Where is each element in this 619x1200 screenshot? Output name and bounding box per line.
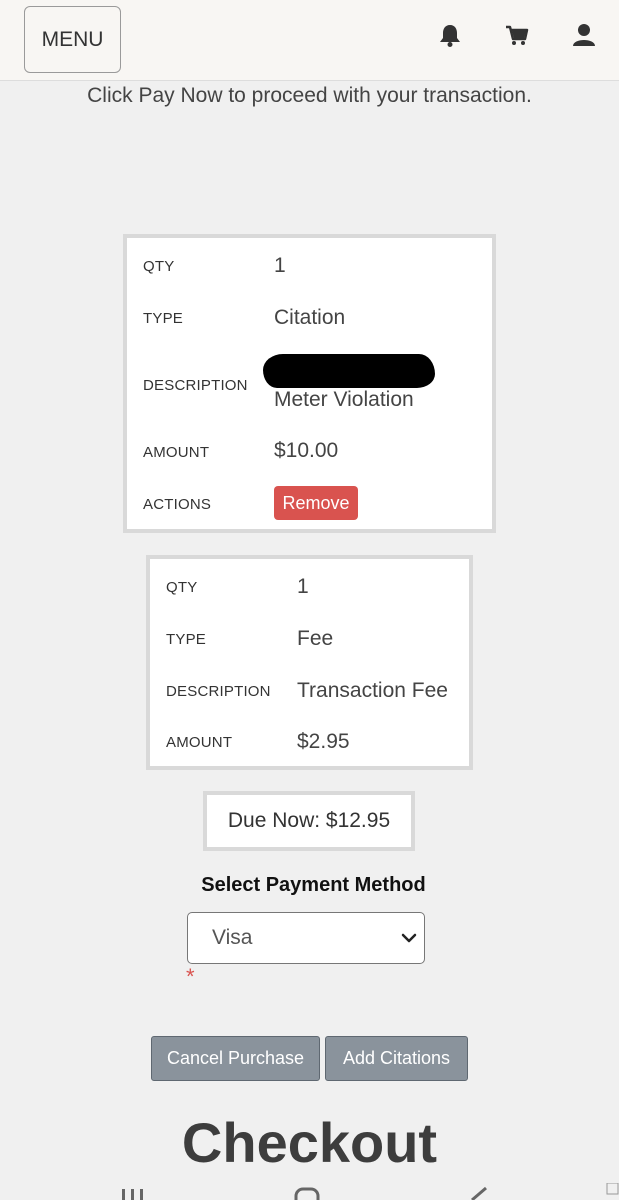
description-label: DESCRIPTION — [166, 683, 271, 700]
cart-icon[interactable] — [504, 22, 530, 48]
bell-icon[interactable] — [437, 22, 463, 48]
system-nav-bar — [122, 1183, 619, 1200]
type-label: TYPE — [143, 310, 183, 327]
type-value: Citation — [274, 306, 346, 329]
intro-text: Click Pay Now to proceed with your trans… — [87, 84, 532, 107]
amount-value: $10.00 — [274, 439, 339, 462]
amount-label: AMOUNT — [166, 734, 233, 751]
payment-method-title: Select Payment Method — [201, 874, 426, 896]
user-icon[interactable] — [571, 22, 597, 48]
description-value: Meter Violation — [274, 388, 414, 411]
cart-item-fee: QTY 1 TYPE Fee DESCRIPTION Transaction F… — [146, 555, 473, 770]
due-now-total: Due Now: $12.95 — [203, 791, 415, 851]
menu-button[interactable]: MENU — [24, 6, 121, 73]
cart-item-citation: QTY 1 TYPE Citation DESCRIPTION Meter Vi… — [123, 234, 496, 533]
home-icon[interactable] — [294, 1187, 320, 1200]
scroll-corner — [606, 1183, 619, 1195]
actions-label: ACTIONS — [143, 496, 212, 513]
chevron-down-icon — [401, 933, 417, 943]
qty-label: QTY — [166, 579, 198, 596]
qty-value: 1 — [274, 254, 286, 277]
description-value: Transaction Fee — [297, 679, 448, 702]
cancel-purchase-button[interactable]: Cancel Purchase — [151, 1036, 320, 1081]
recent-apps-icon[interactable] — [122, 1189, 143, 1200]
back-icon[interactable] — [471, 1186, 487, 1200]
payment-method-value: Visa — [212, 926, 253, 949]
qty-label: QTY — [143, 258, 175, 275]
redacted-mark — [263, 354, 435, 388]
qty-value: 1 — [297, 575, 309, 598]
checkout-heading: Checkout — [181, 1111, 438, 1174]
top-bar: MENU — [0, 0, 619, 81]
amount-label: AMOUNT — [143, 444, 210, 461]
payment-method-select[interactable]: Visa — [187, 912, 425, 964]
amount-value: $2.95 — [297, 730, 350, 753]
description-label: DESCRIPTION — [143, 377, 248, 394]
type-label: TYPE — [166, 631, 206, 648]
add-citations-button[interactable]: Add Citations — [325, 1036, 468, 1081]
required-marker: * — [186, 964, 195, 989]
remove-button[interactable]: Remove — [274, 486, 358, 520]
type-value: Fee — [297, 627, 334, 650]
